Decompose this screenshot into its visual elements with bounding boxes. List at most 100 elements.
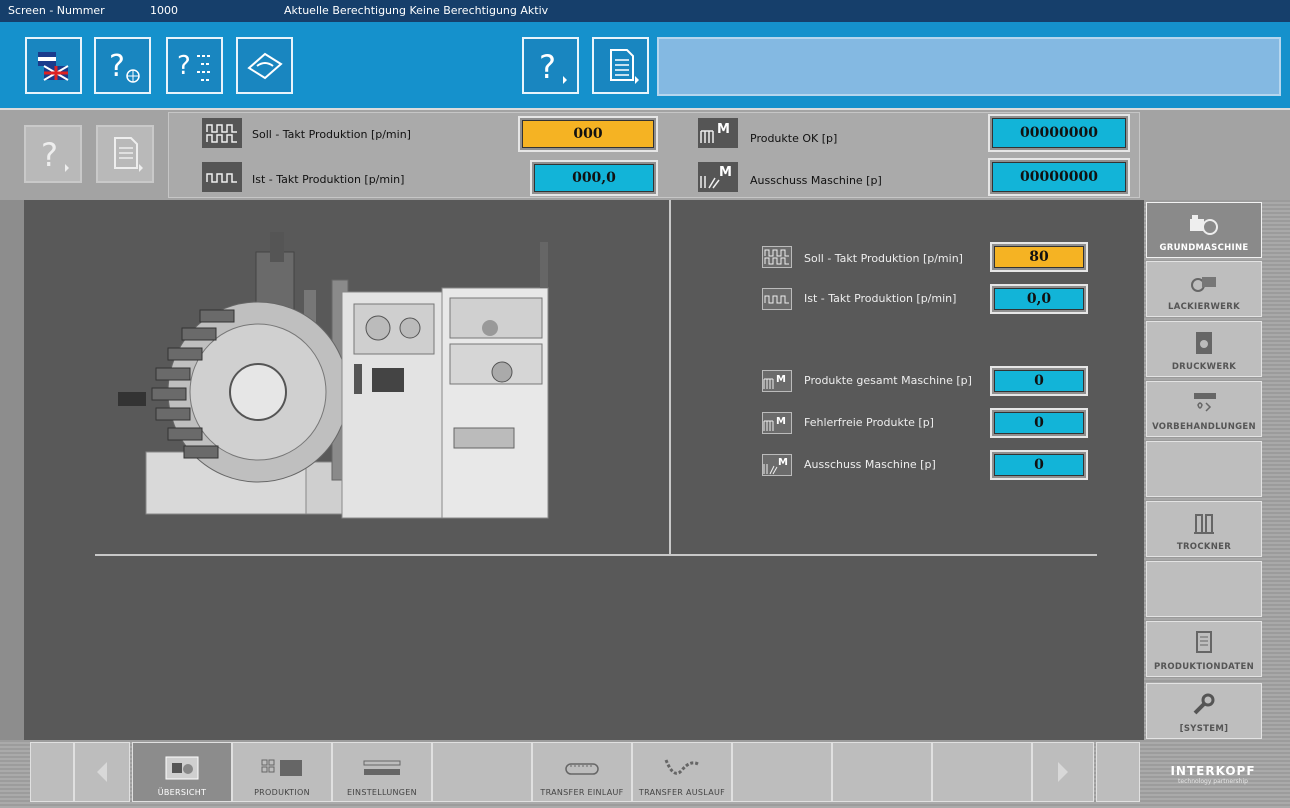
- chevron-left-icon: [97, 762, 107, 782]
- panel-total-products-icon: M: [762, 370, 792, 392]
- sidenav-empty-1[interactable]: [1146, 441, 1262, 497]
- hand-touch-icon: [246, 52, 283, 79]
- bottom-spacer-right: [1096, 742, 1140, 802]
- status-ok-value: 00000000: [992, 118, 1126, 148]
- panel-ist-value: 0,0: [994, 288, 1084, 310]
- status-soll-value[interactable]: 000: [522, 120, 654, 148]
- panel-ist-frame: 0,0: [990, 284, 1088, 314]
- language-flag-icon: [37, 51, 69, 81]
- status-ausschuss-value: 00000000: [992, 162, 1126, 192]
- panel-actual-icon: [762, 288, 792, 310]
- sidenav-system[interactable]: [SYSTEM]: [1146, 683, 1262, 739]
- svg-text:?: ?: [109, 49, 125, 84]
- tab-label: TRANSFER EINLAUF: [540, 788, 624, 797]
- tab-empty-1[interactable]: [432, 742, 532, 802]
- panel-ausschuss-frame: 0: [990, 450, 1088, 480]
- help-list-icon: ?: [177, 51, 211, 81]
- prev-page-button[interactable]: [74, 742, 130, 802]
- panel-fehlerfrei-label: Fehlerfreie Produkte [p]: [804, 416, 934, 429]
- status-ist-label: Ist - Takt Produktion [p/min]: [252, 173, 405, 186]
- sidenav-label: VORBEHANDLUNGEN: [1152, 422, 1256, 432]
- overview-icon: [164, 754, 200, 782]
- panel-gesamt-value: 0: [994, 370, 1084, 392]
- svg-text:?: ?: [539, 48, 556, 86]
- svg-text:M: M: [717, 122, 730, 137]
- panel-gesamt-label: Produkte gesamt Maschine [p]: [804, 374, 972, 387]
- panel-setpoint-icon: [762, 246, 792, 268]
- document-button[interactable]: [592, 37, 649, 94]
- tab-label: EINSTELLUNGEN: [347, 788, 417, 797]
- sidenav-label: GRUNDMASCHINE: [1159, 243, 1249, 253]
- tab-einstellungen[interactable]: EINSTELLUNGEN: [332, 742, 432, 802]
- panel-fehlerfrei-frame: 0: [990, 408, 1088, 438]
- setpoint-pulse-icon: [202, 118, 242, 148]
- sidenav-grundmaschine[interactable]: GRUNDMASCHINE: [1146, 202, 1262, 258]
- status-ok-label: Produkte OK [p]: [750, 132, 838, 145]
- tab-empty-2[interactable]: [732, 742, 832, 802]
- tab-empty-3[interactable]: [832, 742, 932, 802]
- sidenav-label: DRUCKWERK: [1171, 362, 1237, 372]
- svg-text:M: M: [778, 457, 788, 468]
- status-ausschuss-frame: 00000000: [988, 158, 1130, 196]
- context-help-button[interactable]: ?: [522, 37, 579, 94]
- status-soll-frame: 000: [518, 116, 658, 152]
- document-icon: [609, 48, 639, 84]
- vertical-divider: [669, 200, 671, 554]
- help-button-secondary[interactable]: ?: [24, 125, 82, 183]
- sidenav-label: PRODUKTIONDATEN: [1153, 662, 1255, 672]
- language-button[interactable]: [25, 37, 82, 94]
- sidenav-empty-2[interactable]: [1146, 561, 1262, 617]
- logo-tagline: technology partnership: [1178, 777, 1248, 785]
- document-button-secondary[interactable]: [96, 125, 154, 183]
- machine-illustration: [118, 232, 549, 519]
- tab-uebersicht[interactable]: ÜBERSICHT: [132, 742, 232, 802]
- help-globe-icon: ?: [109, 49, 140, 84]
- status-ausschuss-label: Ausschuss Maschine [p]: [750, 174, 882, 187]
- tab-label: ÜBERSICHT: [157, 788, 207, 797]
- sidenav-druckwerk[interactable]: DRUCKWERK: [1146, 321, 1262, 377]
- actual-pulse-icon: [202, 162, 242, 192]
- status-soll-label: Soll - Takt Produktion [p/min]: [252, 128, 411, 141]
- help-list-button[interactable]: ?: [166, 37, 223, 94]
- status-ist-value: 000,0: [534, 164, 654, 192]
- sidenav-trockner[interactable]: TROCKNER: [1146, 501, 1262, 557]
- panel-ist-label: Ist - Takt Produktion [p/min]: [804, 292, 957, 305]
- print-icon: [1188, 330, 1220, 356]
- panel-scrap-icon: M: [762, 454, 792, 476]
- authorization-status: Aktuelle Berechtigung Keine Berechtigung…: [284, 4, 549, 17]
- coating-icon: [1188, 270, 1220, 296]
- svg-text:M: M: [776, 416, 786, 427]
- tab-transfer-einlauf[interactable]: TRANSFER EINLAUF: [532, 742, 632, 802]
- tab-label: PRODUKTION: [254, 788, 310, 797]
- panel-ausschuss-label: Ausschuss Maschine [p]: [804, 458, 936, 471]
- svg-text:?: ?: [177, 51, 191, 81]
- settings-icon: [360, 754, 404, 782]
- horizontal-divider: [95, 554, 1097, 556]
- next-page-button[interactable]: [1032, 742, 1094, 802]
- sidenav-label: TROCKNER: [1176, 542, 1232, 552]
- svg-text:M: M: [776, 374, 786, 385]
- tab-empty-4[interactable]: [932, 742, 1032, 802]
- online-help-button[interactable]: ?: [94, 37, 151, 94]
- tab-produktion[interactable]: PRODUKTION: [232, 742, 332, 802]
- sidenav-produktiondaten[interactable]: PRODUKTIONDATEN: [1146, 621, 1262, 677]
- sidenav-vorbehandlungen[interactable]: VORBEHANDLUNGEN: [1146, 381, 1262, 437]
- panel-soll-value[interactable]: 80: [994, 246, 1084, 268]
- products-ok-icon: M: [698, 118, 738, 148]
- dryer-icon: [1188, 510, 1220, 536]
- wrench-icon: [1188, 692, 1220, 718]
- machine-icon: [1188, 211, 1220, 237]
- bottom-spacer-left: [30, 742, 74, 802]
- chevron-right-icon: [1058, 762, 1068, 782]
- pretreatment-icon: [1188, 390, 1220, 416]
- svg-text:M: M: [719, 165, 732, 180]
- help-icon: ?: [539, 48, 567, 86]
- touch-button[interactable]: [236, 37, 293, 94]
- sidenav-label: [SYSTEM]: [1179, 724, 1229, 734]
- sidenav-label: LACKIERWERK: [1168, 302, 1240, 312]
- panel-gesamt-frame: 0: [990, 366, 1088, 396]
- tab-transfer-auslauf[interactable]: TRANSFER AUSLAUF: [632, 742, 732, 802]
- panel-fehlerfrei-value: 0: [994, 412, 1084, 434]
- sidenav-lackierwerk[interactable]: LACKIERWERK: [1146, 261, 1262, 317]
- transfer-out-icon: [662, 754, 702, 782]
